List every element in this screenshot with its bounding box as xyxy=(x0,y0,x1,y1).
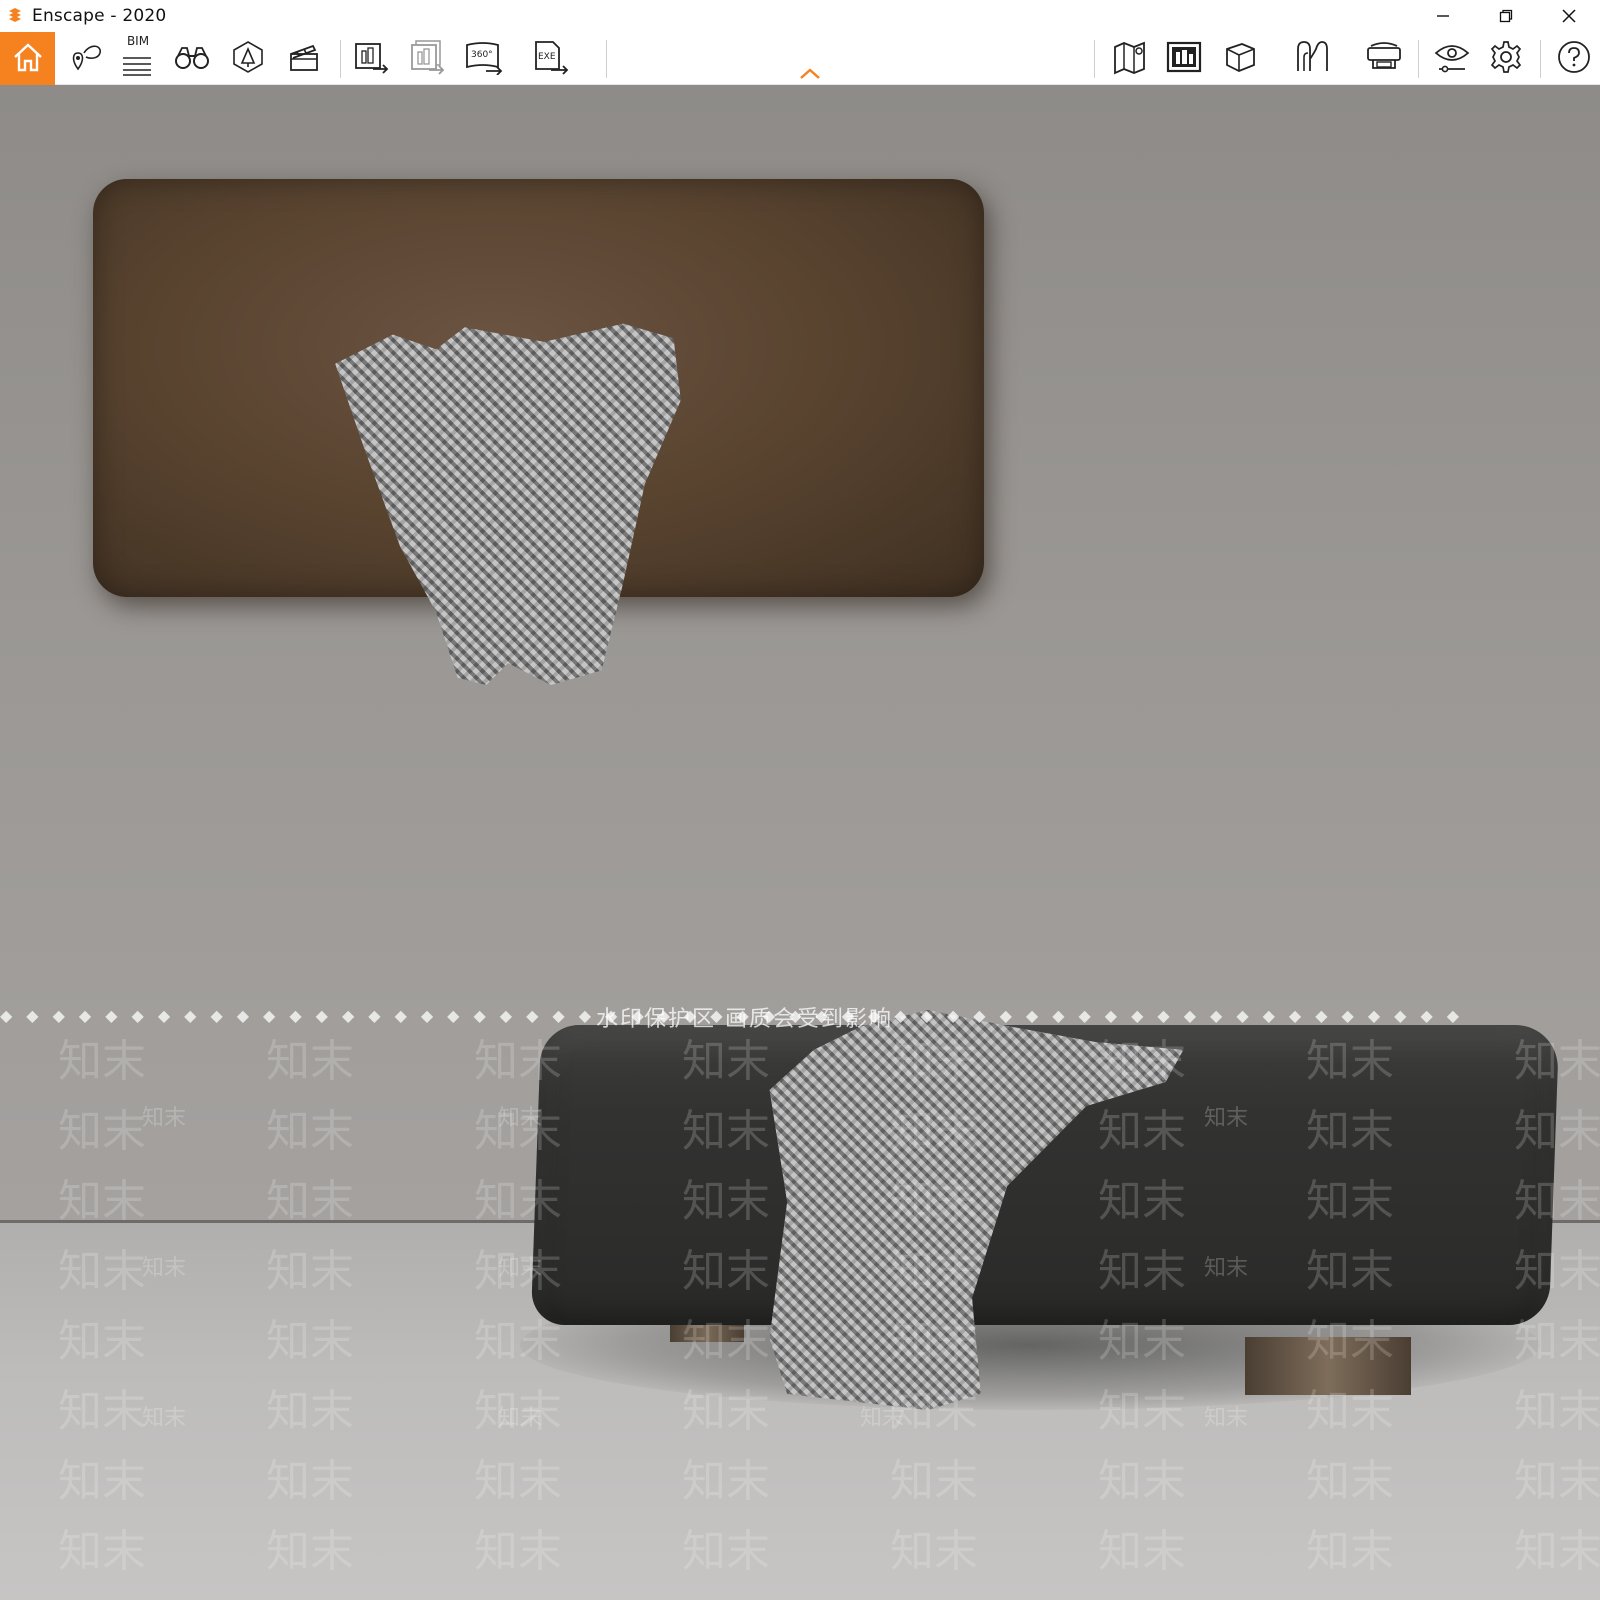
vr-headset-icon xyxy=(1365,40,1403,78)
vr-headset-button[interactable] xyxy=(1362,32,1406,85)
toolbar-separator xyxy=(340,40,341,78)
video-editor-button[interactable] xyxy=(282,32,326,85)
views-icon xyxy=(68,39,104,79)
window-controls xyxy=(1411,0,1600,32)
views-button[interactable] xyxy=(64,32,108,85)
cube-view-button[interactable] xyxy=(1218,32,1262,85)
watermark-text: 知末 xyxy=(58,1106,146,1157)
settings-gear-icon xyxy=(1488,39,1524,79)
map-icon xyxy=(1112,39,1148,79)
walk-mode-icon xyxy=(1294,39,1330,79)
visual-settings-button[interactable] xyxy=(1430,32,1474,85)
watermark-banner: 水印保护区 画质会受到影响 xyxy=(596,1007,893,1032)
binoculars-icon xyxy=(173,42,211,76)
enscape-logo-icon xyxy=(4,5,26,27)
toolbar-separator xyxy=(1094,40,1095,78)
atmosphere-icon xyxy=(230,39,266,79)
help-icon xyxy=(1556,39,1592,79)
toolbar-separator xyxy=(1540,40,1541,78)
window-title: Enscape - 2020 xyxy=(32,6,167,26)
exe-export-icon: EXE xyxy=(533,39,571,79)
home-button[interactable] xyxy=(0,32,55,85)
bench-leg xyxy=(1245,1337,1411,1395)
watermark-text-small: 知末 xyxy=(142,1106,187,1131)
bim-button[interactable]: BIM xyxy=(116,32,160,85)
render-viewport[interactable]: ◆◆◆◆◆◆◆◆◆◆◆◆◆◆◆◆◆◆◆◆◆◆◆◆◆◆◆◆◆◆◆◆◆◆◆◆◆◆◆◆… xyxy=(0,85,1600,1600)
restore-button[interactable] xyxy=(1474,0,1537,32)
close-button[interactable] xyxy=(1537,0,1600,32)
exe-export-button[interactable]: EXE xyxy=(530,32,574,85)
walk-mode-button[interactable] xyxy=(1290,32,1334,85)
cube-icon xyxy=(1222,39,1258,79)
watermark-text: 知末 xyxy=(58,1036,146,1087)
visual-settings-icon xyxy=(1433,40,1471,78)
panorama-button[interactable]: 360° xyxy=(462,32,506,85)
batch-render-icon xyxy=(409,39,447,79)
map-button[interactable] xyxy=(1108,32,1152,85)
watermark-text: 知末 xyxy=(266,1106,354,1157)
asset-library-icon xyxy=(1165,40,1203,78)
batch-render-button[interactable] xyxy=(406,32,450,85)
render-screenshot-icon xyxy=(353,39,391,79)
minimize-button[interactable] xyxy=(1411,0,1474,32)
bim-label: BIM xyxy=(126,34,150,48)
toolbar-separator xyxy=(1418,40,1419,78)
asset-library-button[interactable] xyxy=(1162,32,1206,85)
toolbar-separator xyxy=(606,40,607,78)
binoculars-button[interactable] xyxy=(170,32,214,85)
svg-text:360°: 360° xyxy=(471,50,493,60)
video-editor-icon xyxy=(287,40,321,78)
help-button[interactable] xyxy=(1552,32,1596,85)
chevron-up-icon xyxy=(799,65,821,84)
title-bar: Enscape - 2020 xyxy=(0,0,1600,32)
panorama-360-icon: 360° xyxy=(464,39,504,79)
settings-button[interactable] xyxy=(1484,32,1528,85)
bim-icon xyxy=(121,52,155,80)
atmosphere-button[interactable] xyxy=(226,32,270,85)
render-screenshot-button[interactable] xyxy=(350,32,394,85)
watermark-text: 知末 xyxy=(266,1036,354,1087)
collapse-toolbar-button[interactable] xyxy=(798,66,822,82)
home-icon xyxy=(11,40,45,78)
svg-text:EXE: EXE xyxy=(538,52,556,62)
watermark-text-small: 知末 xyxy=(498,1106,543,1131)
